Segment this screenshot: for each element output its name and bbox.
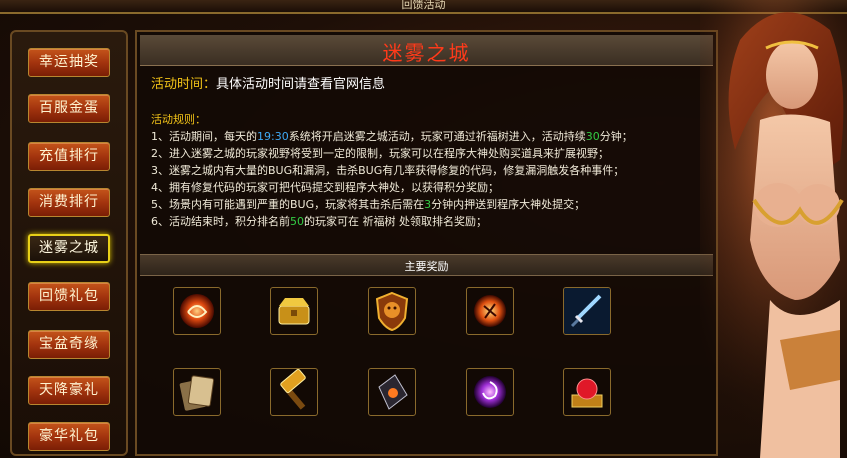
rules-title: 活动规则： [151,113,206,126]
reward-dark-crystal-icon[interactable] [368,368,416,416]
rule-5-text-c: 分钟内押送到程序大神处提交； [431,198,586,211]
rule-6-text-c: 的玩家可在 祈福树 处领取排名奖励； [304,215,487,228]
event-time-value: 具体活动时间请查看官网信息 [216,77,386,92]
sidebar-item-recharge-rank[interactable]: 充值排行 [28,142,110,171]
rule-3: 3、迷雾之城内有大量的BUG和漏洞，击杀BUG有几率获得修复的代码，修复漏洞触发… [151,164,625,177]
sidebar-item-treasure-bowl[interactable]: 宝盆奇缘 [28,330,110,359]
reward-golden-hammer-icon[interactable] [270,368,318,416]
sidebar-item-gift-pack[interactable]: 回馈礼包 [28,282,110,311]
rule-1-text-e: 分钟； [599,130,633,143]
rule-1: 1、活动期间，每天的19:30系统将开启迷雾之城活动，玩家可通过祈福树进入，活动… [151,128,633,144]
event-title: 迷雾之城 [382,41,471,65]
sidebar-item-spend-rank[interactable]: 消费排行 [28,188,110,217]
rewards-header: 主要奖励 [140,254,713,276]
rule-5: 5、场景内有可能遇到严重的BUG，玩家将其击杀后需在3分钟内押送到程序大神处提交… [151,196,585,212]
sidebar-item-luxury-pack[interactable]: 豪华礼包 [28,422,110,451]
sidebar-item-sky-gift[interactable]: 天降豪礼 [28,376,110,405]
reward-scroll-cards-icon[interactable] [173,368,221,416]
reward-fire-rune-icon[interactable] [466,287,514,335]
rule-4: 4、拥有修复代码的玩家可把代码提交到程序大神处，以获得积分奖励； [151,181,499,194]
reward-gold-chest-icon[interactable] [270,287,318,335]
event-panel: 迷雾之城 活动时间：具体活动时间请查看官网信息 活动规则： 1、活动期间，每天的… [135,30,718,456]
rule-6-rank: 50 [290,215,304,228]
goddess-portrait-icon [700,0,847,458]
rewards-title: 主要奖励 [404,260,449,273]
rule-1-text-a: 1、活动期间，每天的 [151,130,257,143]
rule-6-text-a: 6、活动结束时，积分排名前 [151,215,290,228]
reward-blue-sword-icon[interactable] [563,287,611,335]
event-time-label: 活动时间： [151,77,217,92]
sidebar-item-lucky-draw[interactable]: 幸运抽奖 [28,48,110,77]
reward-red-orb-icon[interactable] [173,287,221,335]
sidebar-item-fog-city[interactable]: 迷雾之城 [28,234,110,263]
rule-6: 6、活动结束时，积分排名前50的玩家可在 祈福树 处领取排名奖励； [151,213,487,229]
sidebar: 幸运抽奖 百服金蛋 充值排行 消费排行 迷雾之城 回馈礼包 宝盆奇缘 天降豪礼 … [10,30,128,456]
rule-2: 2、进入迷雾之城的玩家视野将受到一定的限制，玩家可以在程序大神处购买道具来扩展视… [151,147,609,160]
event-title-bar: 迷雾之城 [140,35,713,66]
reward-ruby-gem-icon[interactable] [563,368,611,416]
rule-1-duration: 30 [585,130,600,143]
event-time: 活动时间：具体活动时间请查看官网信息 [151,73,385,92]
rule-5-text-a: 5、场景内有可能遇到严重的BUG，玩家将其击杀后需在 [151,198,425,211]
rule-1-text-c: 系统将开启迷雾之城活动，玩家可通过祈福树进入，活动持续 [288,130,586,143]
rule-1-time: 19:30 [257,130,289,143]
sidebar-item-golden-egg[interactable]: 百服金蛋 [28,94,110,123]
reward-lion-shield-icon[interactable] [368,287,416,335]
activity-window: 回馈活动 幸运抽奖 百服金蛋 充值排行 消费排行 迷雾之城 回馈礼包 宝盆奇缘 … [0,0,847,458]
reward-purple-vortex-icon[interactable] [466,368,514,416]
